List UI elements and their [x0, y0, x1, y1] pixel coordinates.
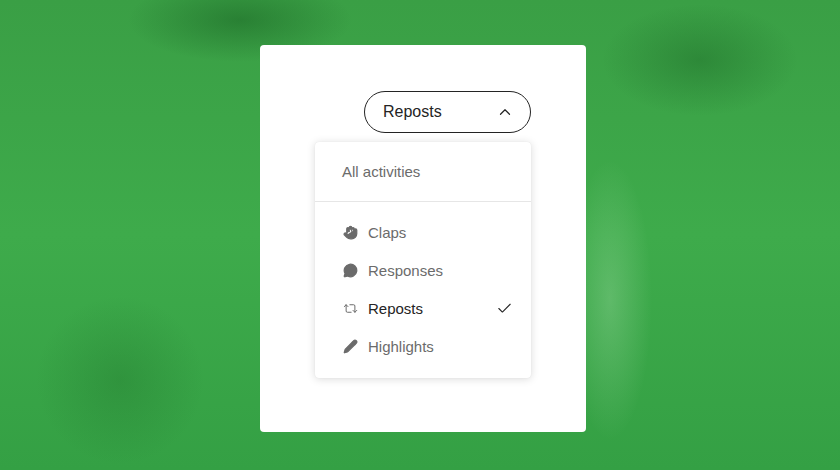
check-icon — [496, 300, 513, 317]
filter-dropdown[interactable]: Reposts — [364, 91, 531, 133]
clap-icon — [343, 225, 358, 240]
filter-label: Reposts — [383, 103, 442, 121]
activity-card: RepostsAll activitiesClapsResponsesRepos… — [260, 45, 586, 432]
chevron-up-icon — [496, 103, 514, 121]
menu-item[interactable]: Responses — [315, 251, 531, 289]
menu-item[interactable]: Highlights — [315, 327, 531, 365]
menu-item[interactable]: Reposts — [315, 289, 531, 327]
repost-icon — [343, 301, 358, 316]
menu-item[interactable]: Claps — [315, 213, 531, 251]
background-photo: RepostsAll activitiesClapsResponsesRepos… — [0, 0, 840, 470]
response-icon — [343, 263, 358, 278]
filter-menu: All activities ClapsResponsesRepostsHighl… — [315, 142, 531, 378]
highlight-icon — [343, 339, 358, 354]
menu-header-item[interactable]: All activities — [315, 142, 531, 202]
